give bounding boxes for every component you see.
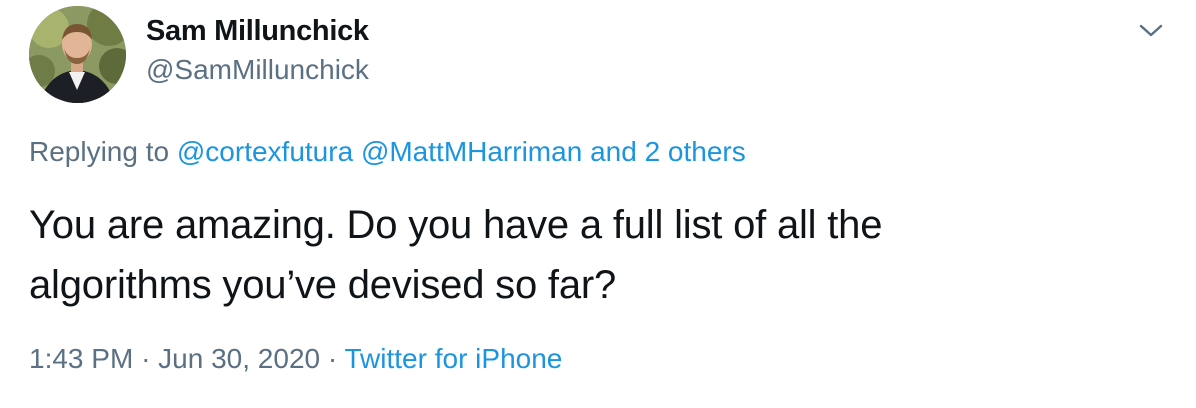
tweet-meta: 1:43 PM · Jun 30, 2020 · Twitter for iPh… (29, 343, 562, 375)
avatar[interactable] (29, 6, 126, 103)
replying-to: Replying to @cortexfutura @MattMHarriman… (29, 136, 746, 168)
tweet-time[interactable]: 1:43 PM (29, 343, 133, 374)
others-link[interactable]: 2 others (645, 136, 746, 167)
mention-link-mattmharriman[interactable]: @MattMHarriman (361, 136, 582, 167)
meta-separator: · (141, 343, 151, 374)
replying-connector[interactable]: and (590, 136, 637, 167)
more-options-button[interactable] (1134, 14, 1168, 48)
replying-prefix: Replying to (29, 136, 170, 167)
user-handle[interactable]: @SamMillunchick (146, 54, 369, 86)
tweet-text: You are amazing. Do you have a full list… (29, 195, 1129, 315)
tweet-text-line: algorithms you’ve devised so far? (29, 263, 617, 307)
tweet-text-line: You are amazing. Do you have a full list… (29, 203, 883, 247)
chevron-down-icon (1139, 24, 1163, 37)
tweet-source-link[interactable]: Twitter for iPhone (344, 343, 562, 374)
tweet-date[interactable]: Jun 30, 2020 (158, 343, 320, 374)
meta-separator: · (327, 343, 338, 374)
display-name[interactable]: Sam Millunchick (146, 15, 369, 48)
mention-link-cortexfutura[interactable]: @cortexfutura (177, 136, 353, 167)
avatar-photo (29, 6, 126, 103)
